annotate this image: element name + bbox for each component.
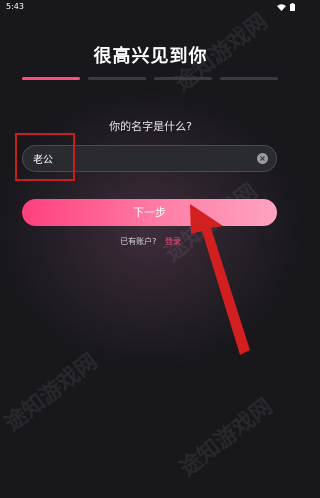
next-button[interactable]: 下一步 (22, 199, 277, 226)
status-time: 5:43 (6, 2, 24, 11)
login-link[interactable]: 登录 (165, 237, 181, 246)
battery-icon (290, 3, 295, 11)
page-title: 很高兴见到你 (93, 46, 208, 67)
annotation-highlight-box (15, 133, 75, 181)
progress-step-4 (220, 77, 278, 80)
status-bar: 5:43 (0, 0, 301, 14)
step-progress (22, 77, 278, 80)
progress-step-2 (88, 77, 146, 80)
wifi-icon (277, 3, 286, 11)
login-row: 已有账户? 登录 (0, 236, 301, 247)
status-icons (277, 0, 295, 14)
progress-step-1 (22, 77, 80, 80)
clear-icon[interactable]: × (257, 153, 268, 164)
progress-step-3 (154, 77, 212, 80)
name-question: 你的名字是什么? (109, 120, 192, 133)
have-account-text: 已有账户? (120, 237, 157, 246)
